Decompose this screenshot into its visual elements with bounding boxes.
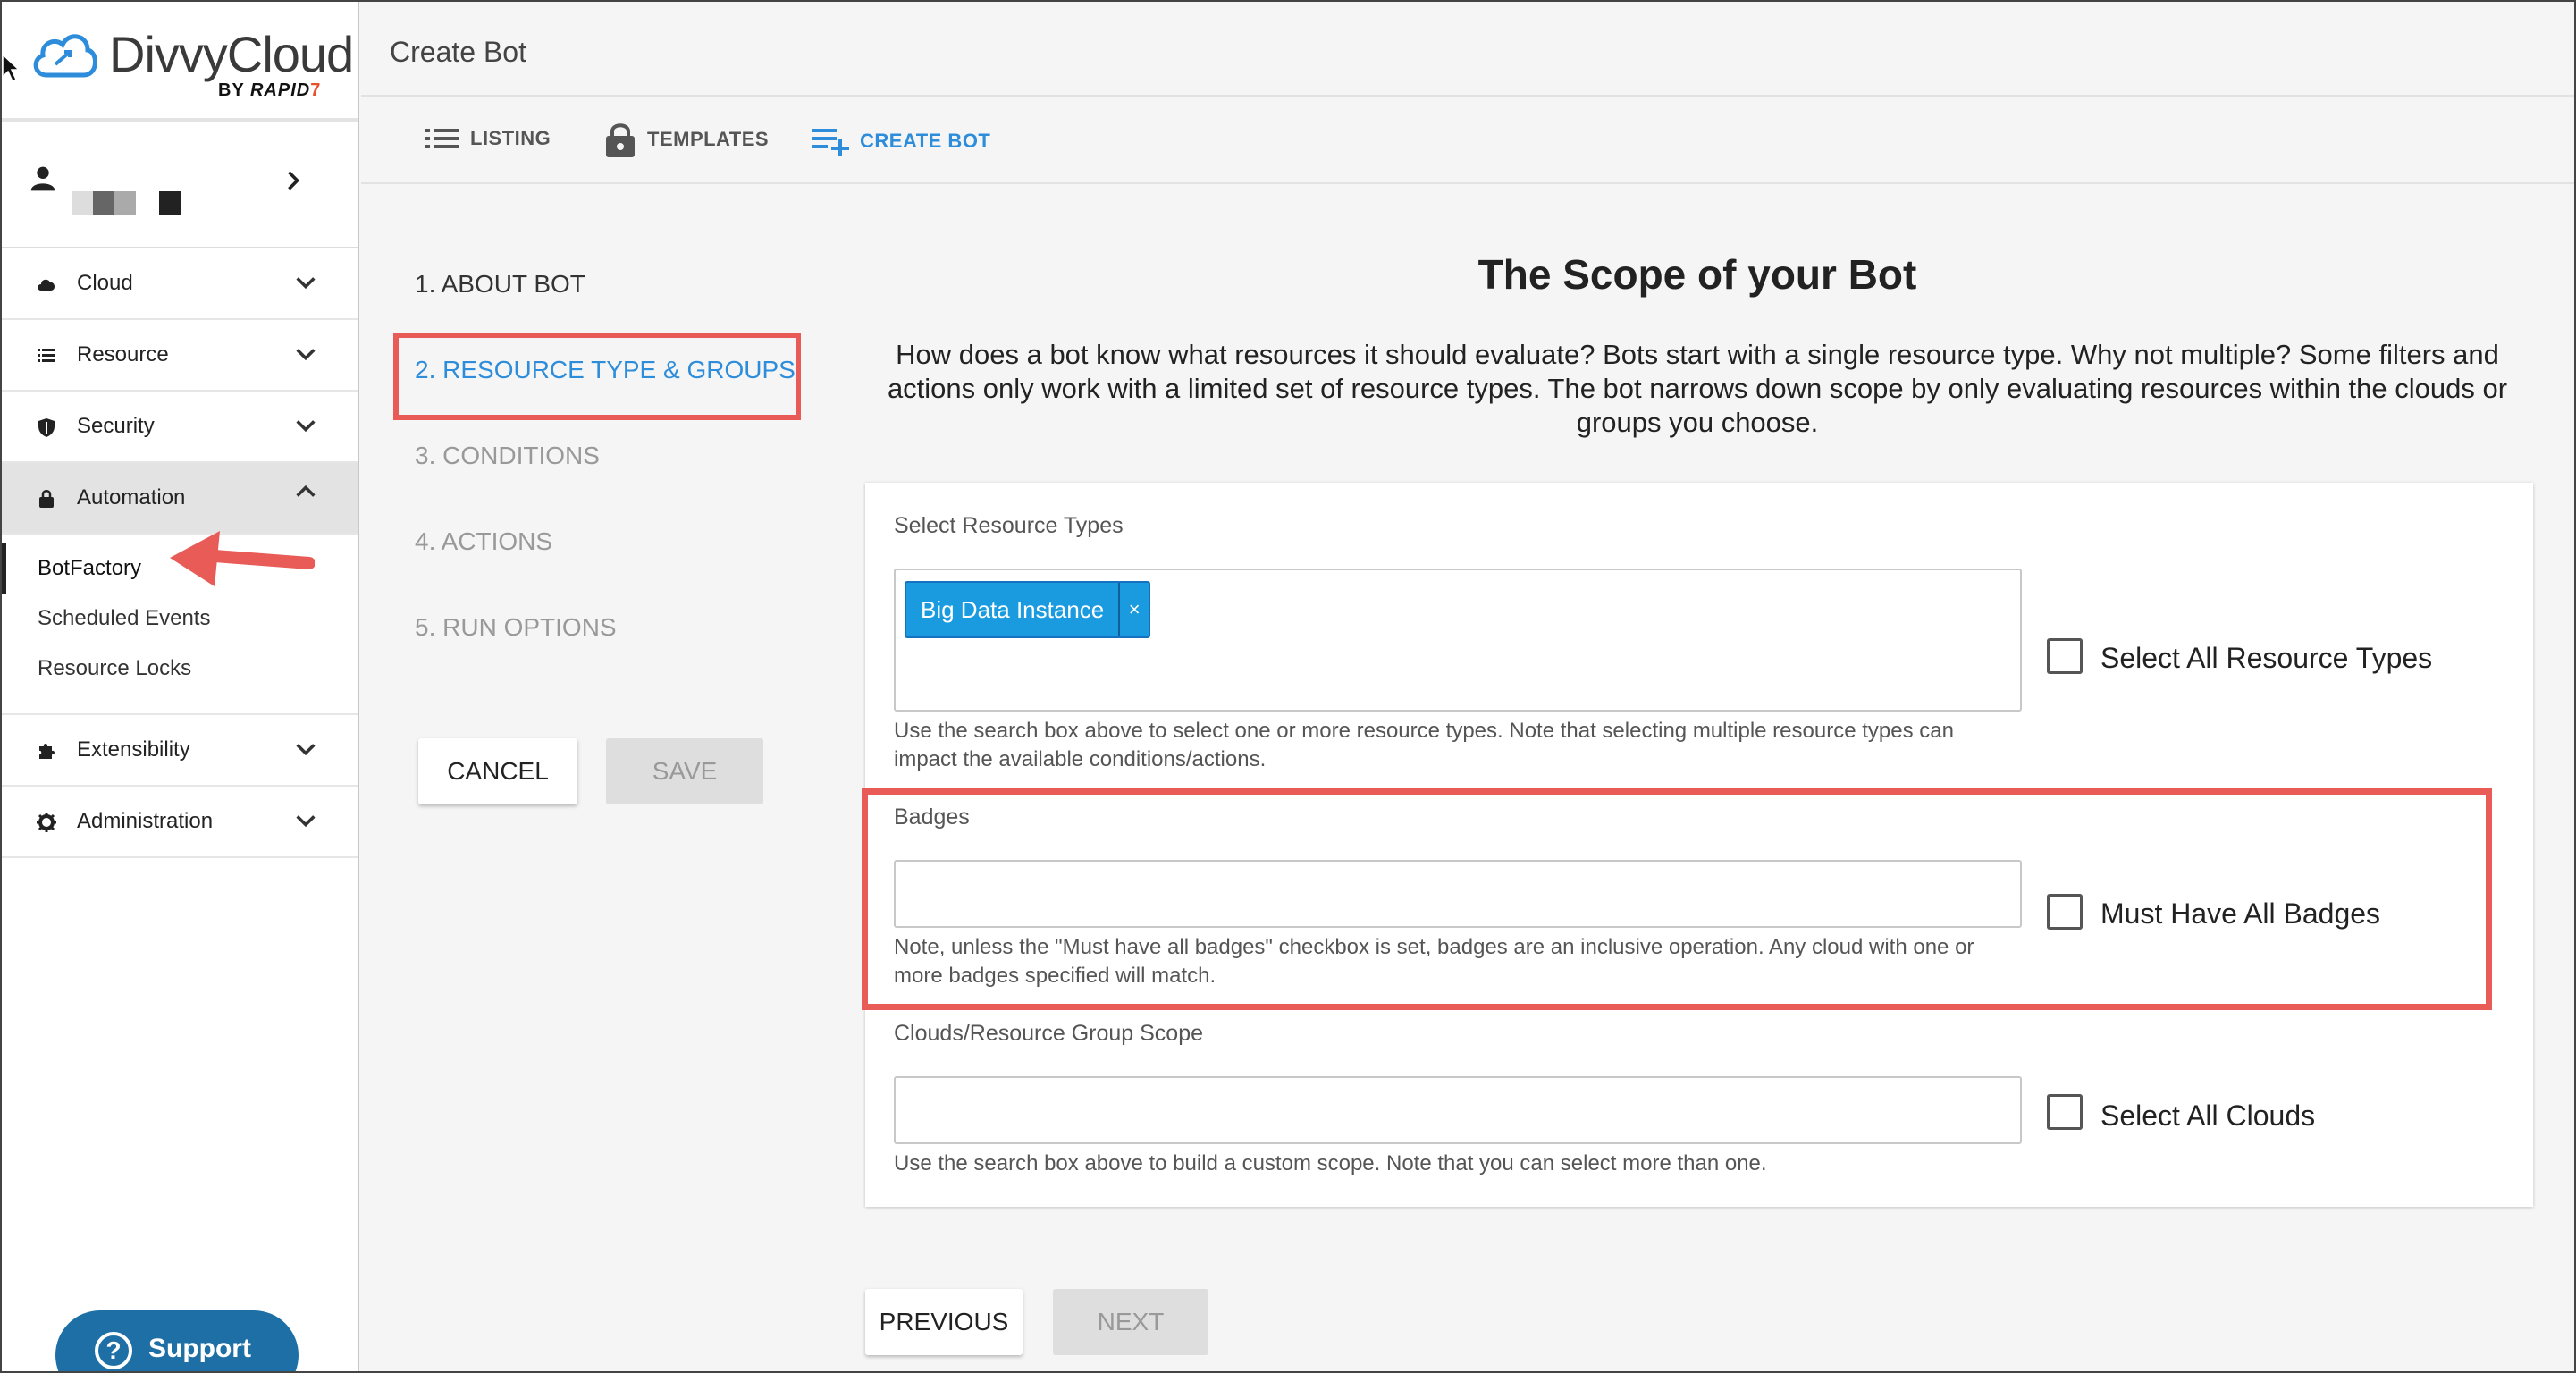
tab-label: LISTING [470,127,551,149]
clouds-scope-help: Use the search box above to build a cust… [894,1151,1767,1175]
sidebar-item-label: Automation [77,485,186,510]
sidebar-item-label: Extensibility [77,737,190,762]
chip-remove-icon[interactable]: × [1120,598,1149,621]
tab-listing[interactable]: LISTING [425,127,551,150]
tab-create-bot[interactable]: CREATE BOT [812,127,990,156]
brand-name: DivvyCloud [109,26,354,82]
chevron-down-icon [296,349,316,361]
redacted-avatar [159,191,181,215]
step-actions[interactable]: 4. ACTIONS [415,527,552,556]
sidebar-subitem-resource-locks[interactable]: Resource Locks [2,644,358,694]
step-about-bot[interactable]: 1. ABOUT BOT [415,270,585,299]
playlist-add-icon [812,129,849,156]
highlight-box-step [393,333,801,420]
brand-byline: BY RAPID7 [218,80,322,100]
lock-icon [606,123,635,157]
chevron-down-icon [296,815,316,828]
select-all-resource-types-label[interactable]: Select All Resource Types [2100,642,2432,675]
cancel-button[interactable]: CANCEL [418,738,577,804]
sidebar-item-label: Security [77,414,155,438]
highlight-box-badges [862,788,2492,1010]
resource-types-help: Use the search box above to select one o… [894,719,1954,771]
sidebar-item-resource[interactable]: Resource [2,320,358,392]
sidebar-item-label: Administration [77,809,214,833]
chevron-down-icon [296,744,316,756]
list-icon [425,129,459,148]
shield-icon [38,418,55,437]
mouse-cursor-icon [2,54,20,83]
select-all-clouds-label[interactable]: Select All Clouds [2100,1099,2315,1133]
sidebar-item-label: Resource [77,342,169,366]
redacted-username [72,191,136,215]
chip-label: Big Data Instance [906,583,1121,636]
save-button[interactable]: SAVE [606,738,763,804]
sidebar-item-extensibility[interactable]: Extensibility [2,715,358,787]
app-window: DivvyCloud BY RAPID7 Cloud Resource Secu… [0,0,2576,1373]
gear-icon [37,813,56,832]
list-icon [38,349,55,362]
step-run-options[interactable]: 5. RUN OPTIONS [415,613,617,642]
annotation-arrow [170,531,315,586]
sidebar-subitem-scheduled-events[interactable]: Scheduled Events [2,594,358,644]
page-header: Create Bot [361,2,2574,97]
logo[interactable]: DivvyCloud BY RAPID7 [2,2,358,122]
user-menu[interactable] [2,122,358,248]
next-button[interactable]: NEXT [1053,1289,1208,1355]
sidebar-item-administration[interactable]: Administration [2,787,358,858]
previous-button[interactable]: PREVIOUS [865,1289,1023,1355]
chevron-down-icon [296,420,316,433]
sidebar: DivvyCloud BY RAPID7 Cloud Resource Secu… [2,2,359,1371]
sidebar-item-label: Cloud [77,271,133,295]
tab-bar: LISTING TEMPLATES CREATE BOT [361,97,2574,184]
support-button[interactable]: ? Support [55,1310,299,1371]
cloud-logo-icon [33,34,97,78]
person-icon [30,166,55,191]
select-all-resource-types-checkbox[interactable] [2047,638,2083,674]
resource-types-label: Select Resource Types [894,513,1124,538]
chevron-up-icon [296,484,316,497]
section-title: The Scope of your Bot [1477,251,1917,298]
clouds-scope-input[interactable] [894,1076,2022,1144]
section-description: How does a bot know what resources it sh… [887,339,2508,438]
help-icon: ? [95,1332,132,1369]
puzzle-icon [39,744,55,759]
select-all-clouds-checkbox[interactable] [2047,1094,2083,1130]
step-conditions[interactable]: 3. CONDITIONS [415,442,600,470]
clouds-scope-label: Clouds/Resource Group Scope [894,1021,1204,1046]
support-label: Support [148,1334,251,1363]
tab-templates[interactable]: TEMPLATES [604,122,769,157]
tab-label: CREATE BOT [860,130,991,152]
cloud-icon [38,279,55,291]
chevron-down-icon [296,277,316,290]
chevron-right-icon[interactable] [281,168,306,193]
sidebar-item-cloud[interactable]: Cloud [2,248,358,320]
resource-type-chip: Big Data Instance × [905,581,1151,638]
lock-icon [39,490,54,508]
tab-label: TEMPLATES [647,128,770,150]
page-title: Create Bot [390,36,526,68]
sidebar-item-security[interactable]: Security [2,392,358,463]
